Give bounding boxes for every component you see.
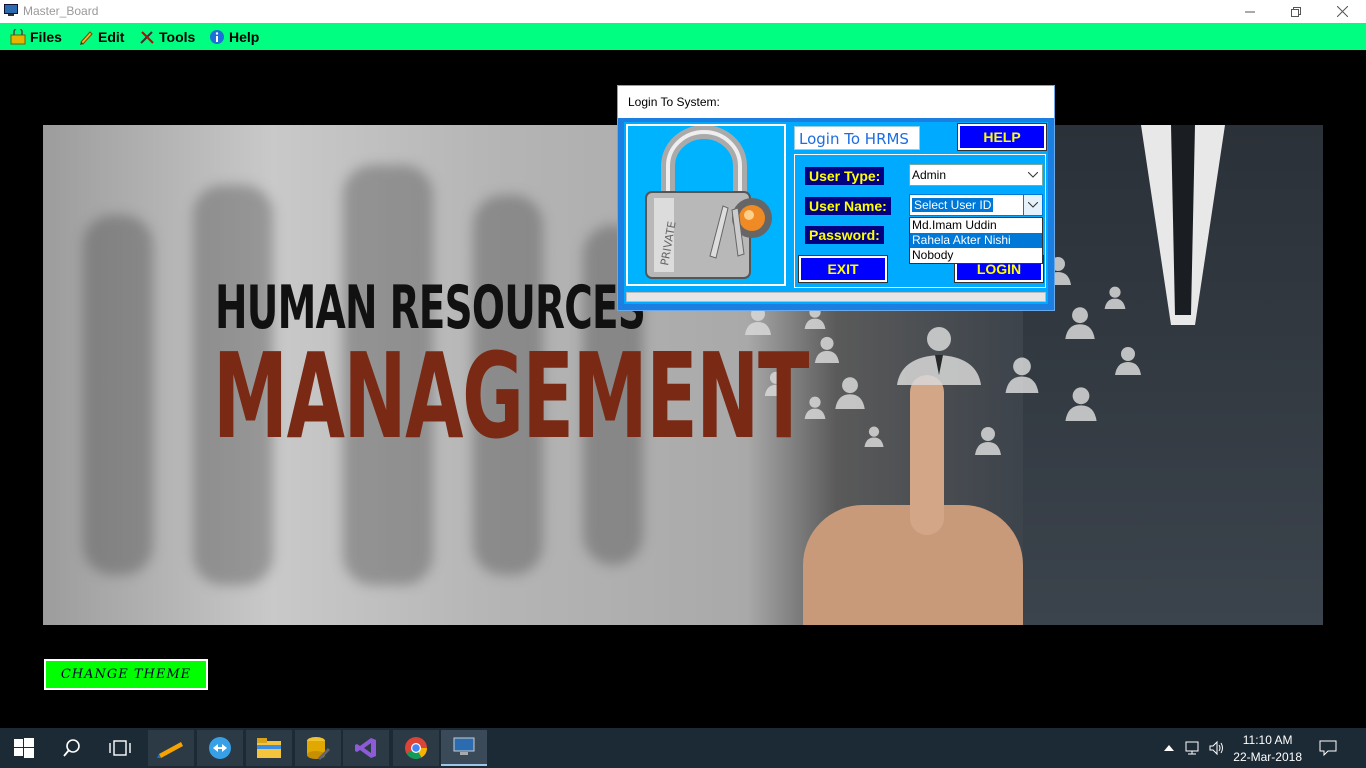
person-icon	[1115, 347, 1141, 375]
person-network-icon	[897, 327, 981, 385]
network-button[interactable]	[1184, 728, 1204, 768]
taskbar-app-file-explorer[interactable]	[246, 730, 292, 766]
person-icon	[1065, 307, 1095, 339]
search-button[interactable]	[48, 728, 96, 768]
restore-icon	[1291, 6, 1301, 17]
user-name-value: Select User ID	[912, 198, 994, 212]
login-form-panel: User Type: Admin User Name: Select User …	[794, 154, 1046, 288]
change-theme-button[interactable]: CHANGE THEME	[44, 659, 208, 690]
user-option[interactable]: Nobody	[910, 248, 1042, 263]
tray-overflow-button[interactable]	[1160, 728, 1178, 768]
teamviewer-icon	[209, 737, 231, 759]
chevron-up-icon	[1164, 745, 1174, 751]
user-option[interactable]: Md.Imam Uddin	[910, 218, 1042, 233]
person-icon	[1005, 357, 1039, 393]
speaker-icon	[1209, 740, 1223, 756]
person-icon	[835, 377, 865, 409]
menu-bar: Files Edit Tools Help	[0, 23, 1366, 50]
taskbar-app-database-tools[interactable]	[295, 730, 341, 766]
minimize-button[interactable]	[1227, 0, 1273, 23]
close-button[interactable]	[1319, 0, 1365, 23]
task-view-icon	[109, 740, 131, 756]
menu-edit[interactable]: Edit	[78, 28, 124, 46]
close-icon	[1336, 6, 1348, 17]
help-button[interactable]: HELP	[957, 123, 1047, 151]
taskbar-app-pencil[interactable]	[148, 730, 194, 766]
login-dialog: Login To System: PRIVATE Login To HRMS H…	[617, 85, 1055, 311]
clock-time: 11:10 AM	[1242, 733, 1293, 747]
taskbar: 11:10 AM 22-Mar-2018	[0, 728, 1366, 768]
chevron-down-icon	[1023, 195, 1042, 215]
start-icon	[14, 738, 34, 758]
login-progress-bar	[626, 292, 1046, 302]
file-explorer-icon	[257, 738, 281, 758]
person-icon	[814, 336, 840, 363]
chevron-down-icon	[1024, 165, 1042, 185]
login-dialog-body: PRIVATE Login To HRMS HELP User Type: Ad…	[624, 122, 1048, 304]
banner-heading-management: MANAGEMENT	[213, 327, 809, 465]
chrome-icon	[405, 737, 427, 759]
padlock-image: PRIVATE	[626, 124, 786, 286]
menu-tools[interactable]: Tools	[139, 28, 195, 46]
menu-help[interactable]: Help	[209, 28, 259, 46]
person-icon	[1104, 286, 1126, 309]
exit-button[interactable]: EXIT	[798, 255, 888, 283]
restore-button[interactable]	[1273, 0, 1319, 23]
menu-edit-label: Edit	[98, 29, 125, 45]
menu-files-label: Files	[30, 29, 62, 45]
minimize-icon	[1245, 11, 1255, 12]
app-monitor-icon	[4, 4, 18, 16]
taskbar-app-chrome[interactable]	[393, 730, 439, 766]
menu-tools-label: Tools	[159, 29, 196, 45]
menu-help-label: Help	[229, 29, 260, 45]
task-view-button[interactable]	[96, 728, 144, 768]
volume-button[interactable]	[1207, 728, 1227, 768]
master-board-icon	[453, 737, 475, 755]
person-icon	[975, 427, 1001, 455]
folder-lock-icon	[10, 29, 26, 45]
user-option[interactable]: Rahela Akter Nishi	[910, 233, 1042, 248]
window-titlebar: Master_Board	[0, 0, 1366, 23]
login-hrms-heading: Login To HRMS	[794, 126, 920, 150]
user-name-label: User Name:	[805, 197, 891, 215]
user-type-label: User Type:	[805, 167, 885, 185]
network-icon	[1185, 741, 1199, 755]
pencil-icon	[80, 31, 93, 45]
login-dialog-title: Login To System:	[618, 86, 1054, 118]
notification-icon	[1319, 740, 1337, 756]
user-name-select[interactable]: Select User ID	[909, 194, 1043, 216]
app-pencil-icon	[157, 742, 183, 758]
start-button[interactable]	[0, 728, 48, 768]
database-tools-icon	[307, 737, 331, 761]
taskbar-app-visual-studio[interactable]	[343, 730, 389, 766]
user-name-dropdown-list: Md.Imam Uddin Rahela Akter Nishi Nobody	[909, 217, 1043, 264]
user-type-select[interactable]: Admin	[909, 164, 1043, 186]
info-icon	[210, 30, 224, 44]
menu-files[interactable]: Files	[10, 28, 62, 46]
taskbar-app-teamviewer[interactable]	[197, 730, 243, 766]
tools-icon	[140, 31, 154, 44]
user-type-value: Admin	[912, 168, 947, 182]
padlock-icon: PRIVATE	[645, 125, 772, 279]
password-label: Password:	[805, 226, 884, 244]
person-icon	[864, 426, 884, 447]
search-icon	[63, 739, 80, 757]
visual-studio-icon	[355, 738, 376, 758]
taskbar-app-master-board[interactable]	[441, 730, 487, 766]
action-center-button[interactable]	[1310, 728, 1346, 768]
clock-date: 22-Mar-2018	[1233, 750, 1302, 764]
person-icon	[1065, 387, 1097, 421]
clock[interactable]: 11:10 AM 22-Mar-2018	[1233, 732, 1302, 766]
window-title: Master_Board	[23, 4, 99, 18]
